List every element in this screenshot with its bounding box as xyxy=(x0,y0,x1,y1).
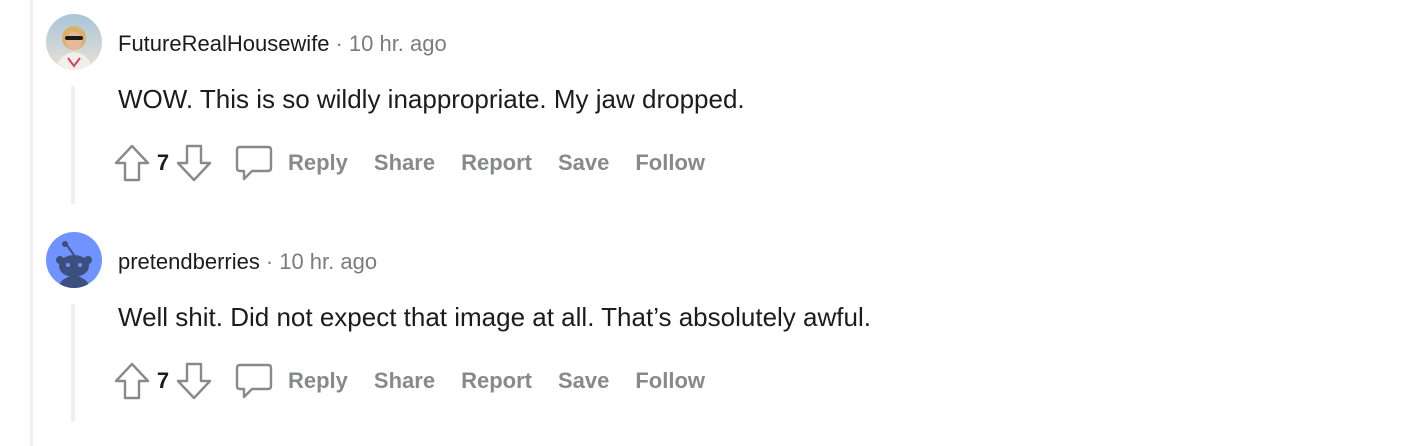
share-button[interactable]: Share xyxy=(368,364,441,398)
comment-body: WOW. This is so wildly inappropriate. My… xyxy=(118,84,745,114)
comment-meta: pretendberries · 10 hr. ago xyxy=(118,248,377,276)
thread-line[interactable] xyxy=(71,304,75,422)
timestamp[interactable]: 10 hr. ago xyxy=(279,249,377,274)
comment-meta: FutureRealHousewife · 10 hr. ago xyxy=(118,30,447,58)
share-button[interactable]: Share xyxy=(368,146,441,180)
reply-button[interactable]: Reply xyxy=(282,146,354,180)
downvote-icon[interactable] xyxy=(174,143,214,183)
thread-line[interactable] xyxy=(71,86,75,204)
parent-thread-line[interactable] xyxy=(30,0,33,446)
follow-button[interactable]: Follow xyxy=(629,364,711,398)
follow-button[interactable]: Follow xyxy=(629,146,711,180)
comment-actions: 7 Reply Share Report Save Follow xyxy=(112,360,711,402)
snoo-avatar-icon xyxy=(46,232,102,288)
downvote-icon[interactable] xyxy=(174,361,214,401)
reply-button[interactable]: Reply xyxy=(282,364,354,398)
username[interactable]: pretendberries xyxy=(118,249,260,274)
upvote-icon[interactable] xyxy=(112,143,152,183)
avatar[interactable] xyxy=(46,14,102,70)
comment-thread: FutureRealHousewife · 10 hr. ago WOW. This… xyxy=(0,0,1414,446)
timestamp[interactable]: 10 hr. ago xyxy=(349,31,447,56)
speech-bubble-icon[interactable] xyxy=(234,143,274,183)
save-button[interactable]: Save xyxy=(552,146,615,180)
vote-score: 7 xyxy=(156,368,170,393)
comment-body: Well shit. Did not expect that image at … xyxy=(118,302,871,332)
separator: · xyxy=(335,31,343,56)
comment-actions: 7 Reply Share Report Save Follow xyxy=(112,142,711,184)
avatar[interactable] xyxy=(46,232,102,288)
report-button[interactable]: Report xyxy=(455,146,538,180)
save-button[interactable]: Save xyxy=(552,364,615,398)
separator: · xyxy=(265,249,274,274)
username[interactable]: FutureRealHousewife xyxy=(118,31,330,56)
user-photo-avatar-icon xyxy=(46,14,102,70)
upvote-icon[interactable] xyxy=(112,361,152,401)
report-button[interactable]: Report xyxy=(455,364,538,398)
speech-bubble-icon[interactable] xyxy=(234,361,274,401)
vote-score: 7 xyxy=(156,150,170,175)
